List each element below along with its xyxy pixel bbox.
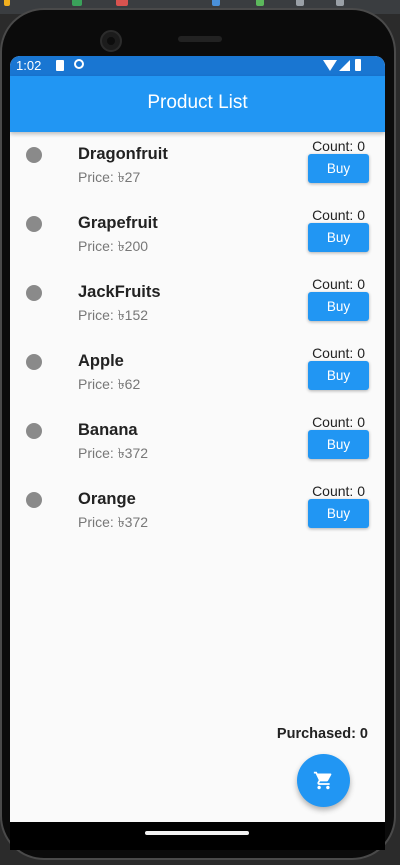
- product-count: Count: 0: [312, 414, 365, 430]
- product-count: Count: 0: [312, 207, 365, 223]
- price-value: ৳372: [117, 514, 149, 530]
- price-label: Price:: [78, 307, 118, 323]
- count-value: 0: [357, 483, 365, 499]
- list-item: Grapefruit Price: ৳200 Count: 0 Buy: [10, 201, 385, 270]
- purchased-label: Purchased:: [276, 726, 360, 742]
- sync-icon: [74, 59, 84, 69]
- earpiece: [178, 36, 222, 42]
- count-value: 0: [357, 414, 365, 430]
- cellular-signal-icon: [339, 60, 350, 71]
- count-value: 0: [357, 207, 365, 223]
- product-price: Price: ৳200: [78, 235, 148, 259]
- toolbar-icon: [256, 0, 264, 6]
- status-bar: 1:02: [10, 56, 385, 76]
- product-name: JackFruits: [78, 283, 161, 301]
- list-item: Banana Price: ৳372 Count: 0 Buy: [10, 408, 385, 477]
- toolbar-icon: [336, 0, 344, 6]
- price-label: Price:: [78, 376, 118, 392]
- wifi-icon: [323, 60, 337, 71]
- price-value: ৳62: [117, 376, 141, 392]
- buy-button[interactable]: Buy: [308, 499, 369, 528]
- sim-card-icon: [56, 60, 64, 71]
- product-avatar: [26, 423, 42, 439]
- buy-button[interactable]: Buy: [308, 292, 369, 321]
- list-item: Dragonfruit Price: ৳27 Count: 0 Buy: [10, 132, 385, 201]
- cart-icon: [313, 771, 332, 790]
- system-nav-bar: [10, 822, 385, 850]
- product-count: Count: 0: [312, 345, 365, 361]
- toolbar-icon: [72, 0, 82, 6]
- product-name: Grapefruit: [78, 214, 158, 232]
- home-gesture-handle[interactable]: [145, 831, 249, 835]
- count-label: Count:: [312, 276, 358, 292]
- page-title: Product List: [147, 92, 248, 113]
- cart-fab-button[interactable]: [297, 754, 350, 807]
- count-label: Count:: [312, 345, 358, 361]
- price-label: Price:: [78, 238, 118, 254]
- purchased-total: Purchased: 0: [277, 726, 368, 742]
- toolbar-icon: [296, 0, 304, 6]
- list-item: Apple Price: ৳62 Count: 0 Buy: [10, 339, 385, 408]
- product-name: Orange: [78, 490, 136, 508]
- product-name: Apple: [78, 352, 124, 370]
- product-price: Price: ৳372: [78, 442, 148, 466]
- product-count: Count: 0: [312, 276, 365, 292]
- count-label: Count:: [312, 483, 358, 499]
- buy-button[interactable]: Buy: [308, 154, 369, 183]
- product-price: Price: ৳152: [78, 304, 148, 328]
- app-bar: Product List: [10, 76, 385, 132]
- product-avatar: [26, 147, 42, 163]
- toolbar-icon: [116, 0, 128, 6]
- app-screen: 1:02 Product List Dragonfruit Price: ৳27…: [10, 56, 385, 822]
- product-count: Count: 0: [312, 483, 365, 499]
- list-item: JackFruits Price: ৳152 Count: 0 Buy: [10, 270, 385, 339]
- product-price: Price: ৳27: [78, 166, 140, 190]
- count-label: Count:: [312, 138, 358, 154]
- battery-icon: [355, 59, 361, 71]
- count-label: Count:: [312, 207, 358, 223]
- toolbar-icon: [4, 0, 10, 6]
- status-time: 1:02: [16, 58, 42, 73]
- price-label: Price:: [78, 514, 118, 530]
- camera-icon: [100, 30, 122, 52]
- toolbar-icon: [212, 0, 220, 6]
- price-value: ৳152: [117, 307, 149, 323]
- product-avatar: [26, 492, 42, 508]
- product-avatar: [26, 285, 42, 301]
- product-price: Price: ৳372: [78, 511, 148, 535]
- product-avatar: [26, 216, 42, 232]
- buy-button[interactable]: Buy: [308, 223, 369, 252]
- product-name: Dragonfruit: [78, 145, 168, 163]
- price-value: ৳200: [117, 238, 149, 254]
- product-count: Count: 0: [312, 138, 365, 154]
- product-avatar: [26, 354, 42, 370]
- list-item: Orange Price: ৳372 Count: 0 Buy: [10, 477, 385, 546]
- count-value: 0: [357, 138, 365, 154]
- price-label: Price:: [78, 445, 118, 461]
- count-value: 0: [357, 345, 365, 361]
- price-label: Price:: [78, 169, 118, 185]
- product-name: Banana: [78, 421, 138, 439]
- product-list: Dragonfruit Price: ৳27 Count: 0 Buy Grap…: [10, 132, 385, 546]
- buy-button[interactable]: Buy: [308, 430, 369, 459]
- count-label: Count:: [312, 414, 358, 430]
- price-value: ৳372: [117, 445, 149, 461]
- count-value: 0: [357, 276, 365, 292]
- product-price: Price: ৳62: [78, 373, 140, 397]
- price-value: ৳27: [117, 169, 141, 185]
- buy-button[interactable]: Buy: [308, 361, 369, 390]
- purchased-value: 0: [359, 726, 368, 742]
